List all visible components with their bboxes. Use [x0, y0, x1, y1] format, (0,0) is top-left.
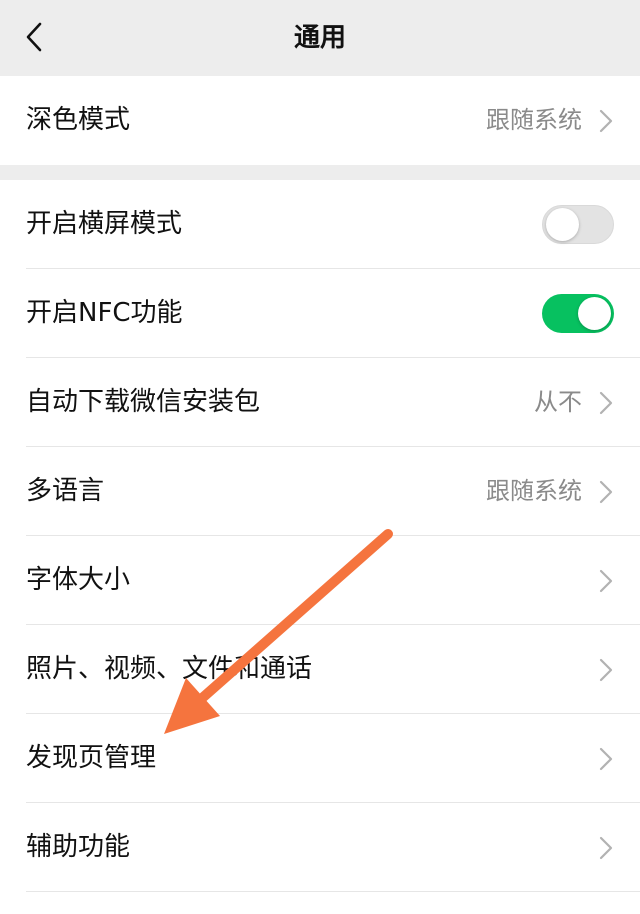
section-display: 深色模式 跟随系统: [0, 76, 640, 165]
chevron-left-icon: [26, 22, 42, 52]
nfc-row: 开启NFC功能: [0, 269, 640, 358]
discover-management-label: 发现页管理: [26, 743, 157, 773]
section-general: 开启横屏模式 开启NFC功能 自动下载微信安装包 从不 多语言 跟随系统 字体大…: [0, 180, 640, 914]
landscape-mode-label: 开启横屏模式: [26, 209, 183, 239]
landscape-mode-row: 开启横屏模式: [0, 180, 640, 269]
chevron-right-icon: [599, 569, 613, 593]
landscape-mode-toggle[interactable]: [542, 205, 614, 244]
font-size-row[interactable]: 字体大小: [0, 536, 640, 625]
chevron-right-icon: [599, 658, 613, 682]
page-title: 通用: [293, 23, 346, 53]
chevron-right-icon: [599, 836, 613, 860]
back-button[interactable]: [12, 14, 56, 60]
auto-download-value: 从不: [534, 388, 582, 416]
dark-mode-value: 跟随系统: [486, 106, 582, 134]
font-size-label: 字体大小: [26, 565, 131, 595]
nfc-label: 开启NFC功能: [26, 298, 183, 328]
language-value: 跟随系统: [486, 477, 582, 505]
chevron-right-icon: [599, 391, 613, 415]
chevron-right-icon: [599, 109, 613, 133]
nfc-toggle[interactable]: [542, 294, 614, 333]
chevron-right-icon: [599, 747, 613, 771]
auto-download-label: 自动下载微信安装包: [26, 387, 261, 417]
dark-mode-row[interactable]: 深色模式 跟随系统: [0, 76, 640, 165]
accessibility-row[interactable]: 辅助功能: [0, 803, 640, 892]
discover-management-row[interactable]: 发现页管理: [0, 714, 640, 803]
accessibility-label: 辅助功能: [26, 832, 131, 862]
toggle-knob: [546, 208, 579, 241]
auto-download-row[interactable]: 自动下载微信安装包 从不: [0, 358, 640, 447]
nav-bar: 通用: [0, 0, 640, 76]
media-files-calls-row[interactable]: 照片、视频、文件和通话: [0, 625, 640, 714]
language-row[interactable]: 多语言 跟随系统: [0, 447, 640, 536]
media-files-calls-label: 照片、视频、文件和通话: [26, 654, 313, 684]
toggle-knob: [578, 297, 611, 330]
dark-mode-label: 深色模式: [26, 105, 131, 135]
language-label: 多语言: [26, 476, 105, 506]
divider: [26, 891, 640, 892]
chevron-right-icon: [599, 480, 613, 504]
